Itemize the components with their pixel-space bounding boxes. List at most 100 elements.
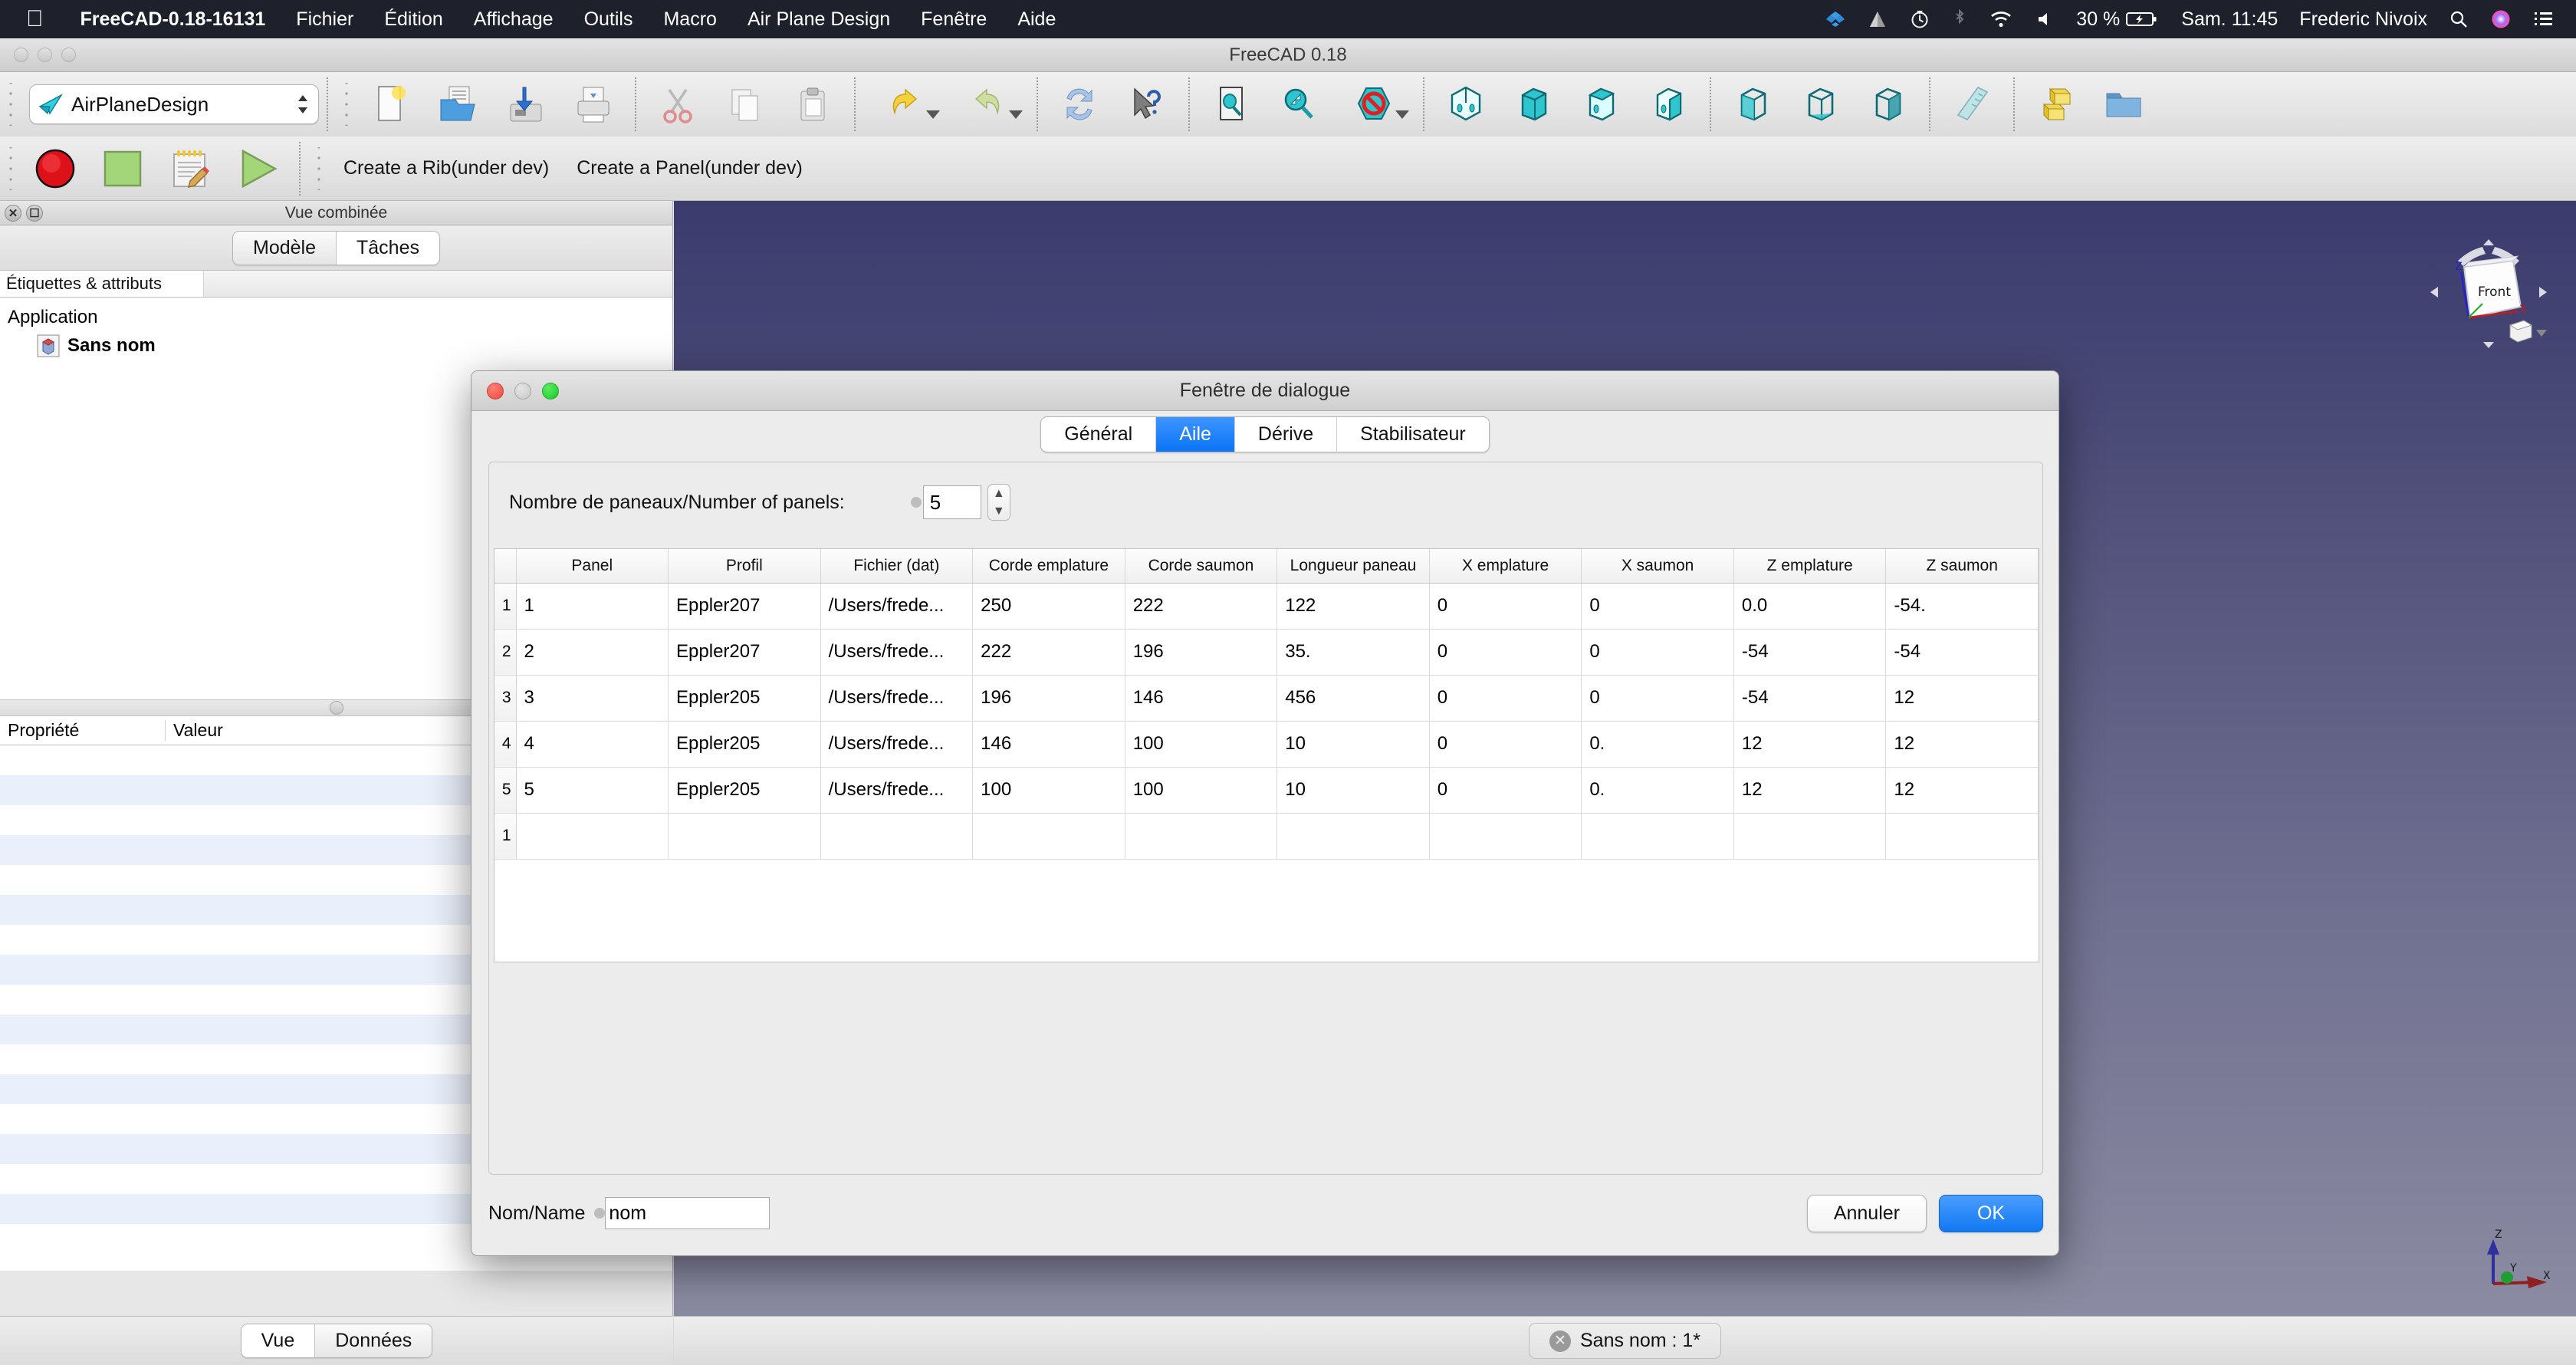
close-icon[interactable]: ✕ xyxy=(5,205,21,222)
cell-panel[interactable]: 3 xyxy=(516,675,669,721)
tree-item-sans-nom[interactable]: Sans nom xyxy=(0,331,672,360)
part-icon[interactable] xyxy=(2027,77,2085,131)
tab-aile[interactable]: Aile xyxy=(1156,417,1235,452)
cell-x-saumon[interactable]: 0. xyxy=(1582,767,1734,813)
cell-fichier[interactable] xyxy=(820,813,973,859)
table-row[interactable]: 1 1 Eppler207 /Users/frede... 250 222 12… xyxy=(495,583,2039,629)
cell-z-emplature[interactable]: 12 xyxy=(1733,721,1886,767)
toolbar-grip[interactable] xyxy=(5,83,17,126)
cell-corde-saumon[interactable]: 100 xyxy=(1125,767,1277,813)
whats-this-icon[interactable] xyxy=(1118,77,1176,131)
menu-air-plane-design[interactable]: Air Plane Design xyxy=(732,8,905,31)
paste-icon[interactable] xyxy=(784,77,842,131)
cell-longueur-paneau[interactable]: 456 xyxy=(1277,675,1430,721)
tab-stabilisateur[interactable]: Stabilisateur xyxy=(1337,417,1489,452)
table-row[interactable]: 2 2 Eppler207 /Users/frede... 222 196 35… xyxy=(495,629,2039,675)
cell-fichier[interactable]: /Users/frede... xyxy=(820,767,973,813)
table-row[interactable]: 3 3 Eppler205 /Users/frede... 196 146 45… xyxy=(495,675,2039,721)
menu-macro[interactable]: Macro xyxy=(648,8,731,31)
notifications-icon[interactable] xyxy=(2522,10,2576,28)
col-fichier[interactable]: Fichier (dat) xyxy=(820,549,973,583)
tab-derive[interactable]: Dérive xyxy=(1235,417,1337,452)
cell-corde-saumon[interactable]: 222 xyxy=(1125,583,1277,629)
cell-corde-emplature[interactable] xyxy=(973,813,1125,859)
cell-longueur-paneau[interactable]: 10 xyxy=(1277,721,1430,767)
splitter-grip[interactable] xyxy=(330,701,343,715)
cell-corde-emplature[interactable]: 250 xyxy=(973,583,1125,629)
close-circle-icon[interactable]: ✕ xyxy=(1549,1330,1571,1352)
airplane-text-toolbar-grip[interactable] xyxy=(313,147,325,190)
col-panel[interactable]: Panel xyxy=(516,549,669,583)
rear-view-icon[interactable] xyxy=(1723,77,1782,131)
bluetooth-icon[interactable] xyxy=(1941,8,1978,31)
airplane-design-dialog[interactable]: Fenêtre de dialogue Général Aile Dérive … xyxy=(471,370,2059,1256)
cell-panel[interactable]: 2 xyxy=(516,629,669,675)
refresh-icon[interactable] xyxy=(1050,77,1109,131)
menubar-clock[interactable]: Sam. 11:45 xyxy=(2170,8,2288,31)
airplane-toolbar-grip[interactable] xyxy=(5,147,17,190)
cell-x-saumon[interactable]: 0. xyxy=(1582,721,1734,767)
redo-icon[interactable] xyxy=(951,77,1024,131)
cell-fichier[interactable]: /Users/frede... xyxy=(820,583,973,629)
top-view-icon[interactable] xyxy=(1572,77,1630,131)
panel-count-input[interactable]: 5 xyxy=(923,485,981,519)
cell-corde-saumon[interactable]: 100 xyxy=(1125,721,1277,767)
cell-z-saumon[interactable]: -54. xyxy=(1886,583,2039,629)
undo-icon[interactable] xyxy=(868,77,941,131)
apple-icon[interactable]:  xyxy=(26,8,44,31)
menubar-app-name[interactable]: FreeCAD-0.18-16131 xyxy=(65,8,281,31)
cell-x-emplature[interactable] xyxy=(1429,813,1582,859)
cell-longueur-paneau[interactable]: 10 xyxy=(1277,767,1430,813)
tab-general[interactable]: Général xyxy=(1041,417,1156,452)
play-green-icon[interactable] xyxy=(228,142,287,196)
col-x-emplature[interactable]: X emplature xyxy=(1429,549,1582,583)
cell-panel[interactable]: 1 xyxy=(516,583,669,629)
bottom-view-icon[interactable] xyxy=(1791,77,1849,131)
cell-z-emplature[interactable] xyxy=(1733,813,1886,859)
cell-x-saumon[interactable]: 0 xyxy=(1582,629,1734,675)
wifi-icon[interactable] xyxy=(1978,9,2024,29)
cell-z-emplature[interactable]: -54 xyxy=(1733,675,1886,721)
volume-icon[interactable] xyxy=(2024,9,2065,29)
draw-style-dropdown-caret[interactable] xyxy=(1395,110,1409,119)
navigation-cube[interactable]: Front Z X xyxy=(2427,235,2550,350)
cell-x-saumon[interactable]: 0 xyxy=(1582,583,1734,629)
cell-profil[interactable]: Eppler205 xyxy=(669,675,821,721)
cell-fichier[interactable]: /Users/frede... xyxy=(820,629,973,675)
tab-vue[interactable]: Vue xyxy=(242,1324,316,1357)
fit-selection-icon[interactable] xyxy=(1270,77,1328,131)
tab-taches[interactable]: Tâches xyxy=(337,232,439,265)
measure-icon[interactable] xyxy=(1943,77,2001,131)
stop-green-icon[interactable] xyxy=(94,142,152,196)
cell-longueur-paneau[interactable]: 122 xyxy=(1277,583,1430,629)
tab-donnees[interactable]: Données xyxy=(315,1324,432,1357)
print-icon[interactable] xyxy=(564,77,623,131)
cell-profil[interactable] xyxy=(669,813,821,859)
cell-z-emplature[interactable]: 0.0 xyxy=(1733,583,1886,629)
search-icon[interactable] xyxy=(2438,9,2479,29)
cell-z-saumon[interactable]: 12 xyxy=(1886,675,2039,721)
cell-panel[interactable] xyxy=(516,813,669,859)
copy-icon[interactable] xyxy=(716,77,774,131)
cell-z-saumon[interactable]: -54 xyxy=(1886,629,2039,675)
toolbar-grip-file[interactable] xyxy=(340,83,353,126)
cell-corde-emplature[interactable]: 146 xyxy=(973,721,1125,767)
workbench-selector[interactable]: AirPlaneDesign xyxy=(29,84,319,124)
cell-profil[interactable]: Eppler207 xyxy=(669,583,821,629)
dropbox-icon[interactable] xyxy=(1814,8,1857,30)
menu-fenetre[interactable]: Fenêtre xyxy=(905,8,1002,31)
cut-icon[interactable] xyxy=(649,77,707,131)
cell-longueur-paneau[interactable] xyxy=(1277,813,1430,859)
save-document-icon[interactable] xyxy=(497,77,555,131)
battery-status[interactable]: 30 % xyxy=(2065,8,2170,31)
cell-z-emplature[interactable]: 12 xyxy=(1733,767,1886,813)
new-document-icon[interactable] xyxy=(362,77,420,131)
redo-dropdown-caret[interactable] xyxy=(1009,110,1023,119)
col-z-saumon[interactable]: Z saumon xyxy=(1886,549,2039,583)
menu-aide[interactable]: Aide xyxy=(1002,8,1071,31)
cell-corde-saumon[interactable] xyxy=(1125,813,1277,859)
stepper-down-icon[interactable]: ▼ xyxy=(993,505,1005,518)
cell-profil[interactable]: Eppler205 xyxy=(669,767,821,813)
cell-longueur-paneau[interactable]: 35. xyxy=(1277,629,1430,675)
create-panel-button[interactable]: Create a Panel(under dev) xyxy=(563,157,816,179)
